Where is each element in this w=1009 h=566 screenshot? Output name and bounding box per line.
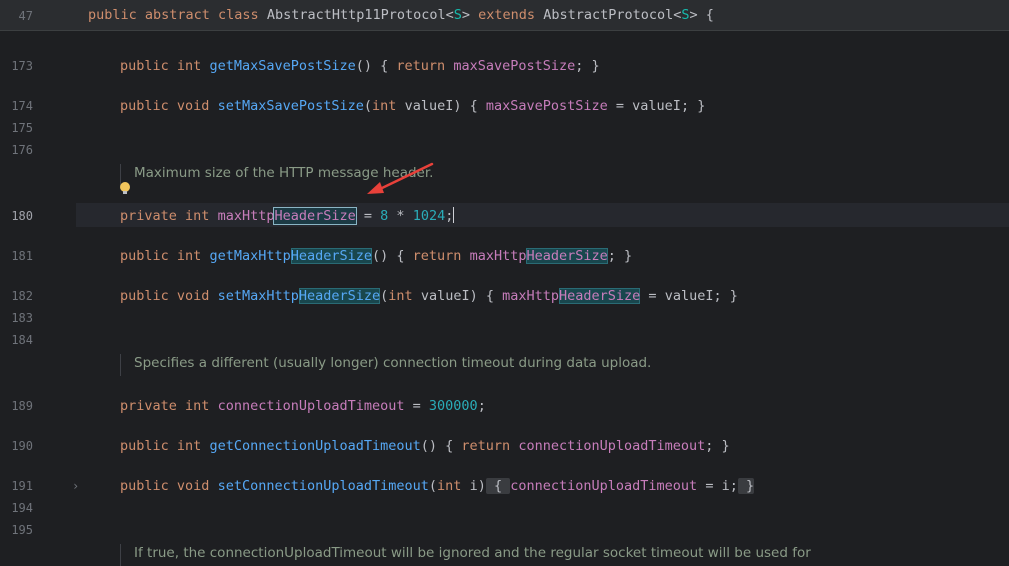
- code-line-182[interactable]: public void setMaxHttpHeaderSize(int val…: [120, 287, 738, 305]
- method-name[interactable]: getConnectionUploadTimeout: [209, 438, 420, 454]
- line-number: 183: [11, 311, 33, 325]
- line-number: 175: [11, 121, 33, 135]
- keyword: public: [120, 288, 169, 304]
- line-number: 190: [11, 439, 33, 453]
- method-name[interactable]: setMaxHttpHeaderSize: [218, 288, 381, 304]
- line-number: 184: [11, 333, 33, 347]
- line-number-current: 180: [11, 209, 33, 223]
- line-number: 191: [11, 479, 33, 493]
- keyword: return: [396, 58, 446, 74]
- lightbulb-icon[interactable]: [120, 182, 130, 194]
- keyword: return: [412, 248, 462, 264]
- line-number-gutter: [0, 0, 76, 552]
- field-name[interactable]: maxHttpHeaderSize: [502, 288, 641, 304]
- keyword: int: [176, 58, 202, 74]
- line-number: 181: [11, 249, 33, 263]
- line-number: 195: [11, 523, 33, 537]
- keyword: int: [388, 288, 413, 304]
- keyword: public: [120, 478, 169, 494]
- keyword: int: [176, 248, 202, 264]
- method-name[interactable]: setConnectionUploadTimeout: [218, 478, 429, 494]
- code-line-189[interactable]: private int connectionUploadTimeout = 30…: [120, 397, 486, 415]
- method-name[interactable]: getMaxSavePostSize: [209, 58, 355, 74]
- field-name[interactable]: maxSavePostSize: [486, 98, 608, 114]
- search-match: HeaderSize: [298, 288, 381, 304]
- keyword: public: [120, 98, 169, 114]
- selected-text[interactable]: HeaderSize: [273, 207, 357, 225]
- keyword: public: [120, 438, 169, 454]
- param-name: i: [469, 478, 478, 494]
- sticky-class-header[interactable]: 47 public abstract class AbstractHttp11P…: [0, 0, 1009, 31]
- param-name: valueI: [420, 288, 470, 304]
- keyword: public: [120, 58, 169, 74]
- keyword: int: [437, 478, 462, 494]
- code-line-191[interactable]: public void setConnectionUploadTimeout(i…: [120, 477, 755, 495]
- param-name: valueI: [404, 98, 454, 114]
- code-line-174[interactable]: public void setMaxSavePostSize(int value…: [120, 97, 705, 115]
- keyword: int: [185, 208, 210, 224]
- field-name[interactable]: maxHttpHeaderSize: [470, 248, 608, 264]
- chevron-right-icon[interactable]: ›: [72, 478, 79, 494]
- keyword: void: [176, 478, 210, 494]
- keyword: int: [176, 438, 202, 454]
- number-literal: 8: [380, 208, 389, 224]
- line-number: 47: [18, 9, 33, 23]
- field-name[interactable]: maxSavePostSize: [453, 58, 575, 74]
- keyword: int: [185, 398, 210, 414]
- line-number: 194: [11, 501, 33, 515]
- field-name[interactable]: maxHttpHeaderSize: [218, 207, 357, 225]
- line-number: 174: [11, 99, 33, 113]
- field-name[interactable]: connectionUploadTimeout: [518, 438, 705, 454]
- doc-comment: Maximum size of the HTTP message header.: [120, 164, 433, 186]
- brace-match: {: [485, 478, 511, 494]
- keyword: void: [176, 288, 210, 304]
- text-caret: [453, 207, 455, 223]
- param-name: valueI: [664, 288, 714, 304]
- code-line-180[interactable]: private int maxHttpHeaderSize = 8 * 1024…: [120, 207, 455, 225]
- doc-comment: If true, the connectionUploadTimeout wil…: [120, 544, 1004, 566]
- param-name: valueI: [632, 98, 681, 114]
- line-number: 189: [11, 399, 33, 413]
- keyword: return: [461, 438, 511, 454]
- code-line-181[interactable]: public int getMaxHttpHeaderSize() { retu…: [120, 247, 632, 265]
- class-declaration[interactable]: public abstract class AbstractHttp11Prot…: [88, 6, 714, 24]
- search-match: HeaderSize: [559, 288, 641, 304]
- line-number: 182: [11, 289, 33, 303]
- number-literal: 300000: [428, 398, 478, 414]
- line-number: 173: [11, 59, 33, 73]
- keyword: private: [120, 398, 177, 414]
- doc-comment: Specifies a different (usually longer) c…: [120, 354, 651, 376]
- code-line-190[interactable]: public int getConnectionUploadTimeout() …: [120, 437, 730, 455]
- keyword: void: [176, 98, 210, 114]
- method-name[interactable]: getMaxHttpHeaderSize: [209, 248, 373, 264]
- field-name[interactable]: connectionUploadTimeout: [510, 478, 697, 494]
- brace-match: }: [737, 478, 755, 494]
- keyword: private: [120, 208, 177, 224]
- keyword: public: [120, 248, 169, 264]
- line-number: 176: [11, 143, 33, 157]
- search-match: HeaderSize: [290, 248, 373, 264]
- red-annotation-arrow: [367, 162, 434, 194]
- number-literal: 1024: [412, 208, 446, 224]
- method-name[interactable]: setMaxSavePostSize: [218, 98, 364, 114]
- field-name[interactable]: connectionUploadTimeout: [218, 398, 405, 414]
- code-line-173[interactable]: public int getMaxSavePostSize() { return…: [120, 57, 600, 75]
- param-name: i: [721, 478, 730, 494]
- keyword: int: [372, 98, 397, 114]
- search-match: HeaderSize: [526, 248, 608, 264]
